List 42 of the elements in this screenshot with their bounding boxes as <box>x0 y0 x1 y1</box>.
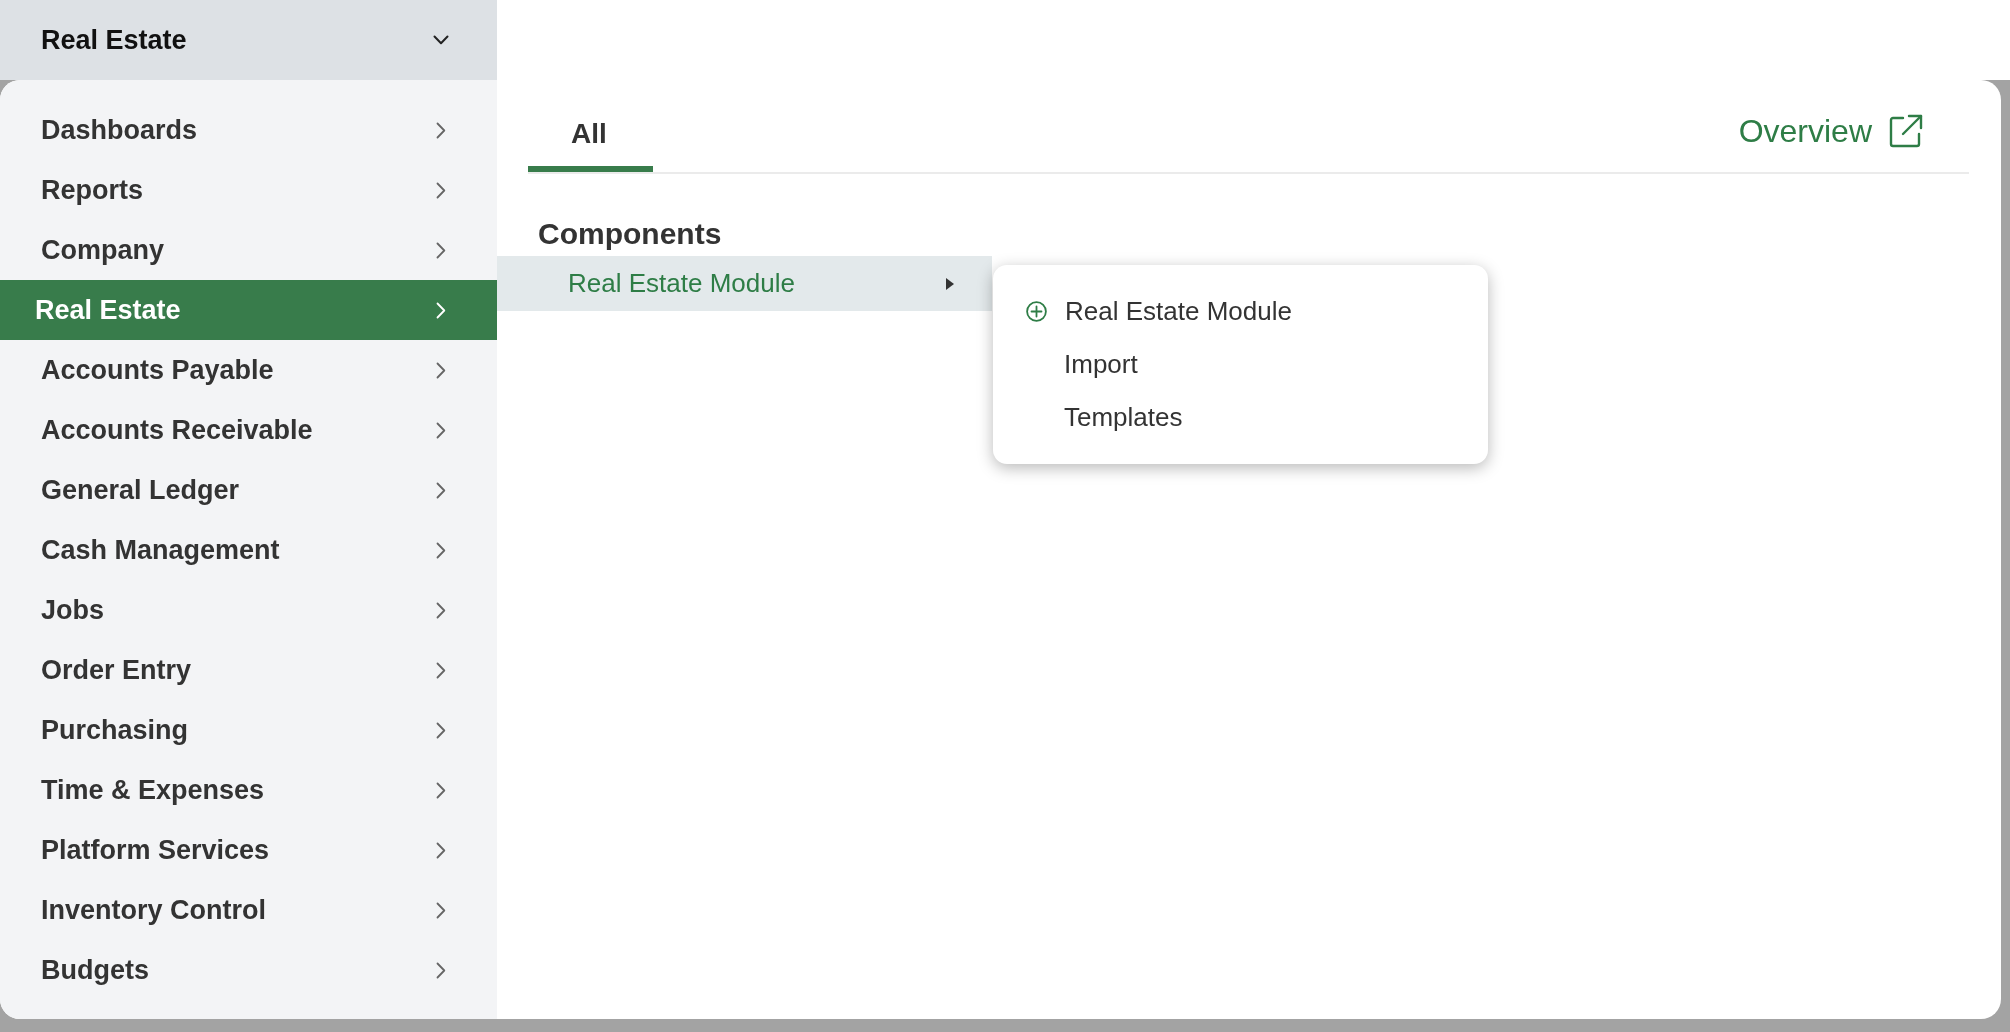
chevron-right-icon <box>436 241 446 259</box>
chevron-right-icon <box>436 721 446 739</box>
module-dropdown[interactable]: Real Estate <box>0 0 497 80</box>
chevron-right-icon <box>436 421 446 439</box>
chevron-right-icon <box>436 841 446 859</box>
chevron-right-icon <box>436 541 446 559</box>
menu-item[interactable]: Import <box>993 338 1488 391</box>
sidebar-item[interactable]: Platform Services <box>0 820 497 880</box>
menu-item[interactable]: Real Estate Module <box>993 285 1488 338</box>
section-heading: Components <box>538 216 723 252</box>
sidebar-item[interactable]: Accounts Payable <box>0 340 497 400</box>
chevron-right-icon <box>436 661 446 679</box>
sidebar-item[interactable]: Purchasing <box>0 700 497 760</box>
chevron-right-icon <box>436 301 446 319</box>
sidebar-item[interactable]: Real Estate <box>0 280 497 340</box>
chevron-right-icon <box>436 361 446 379</box>
sidebar-item[interactable]: Inventory Control <box>0 880 497 940</box>
sidebar-item[interactable]: Reports <box>0 160 497 220</box>
sidebar-item[interactable]: Order Entry <box>0 640 497 700</box>
chevron-right-icon <box>436 601 446 619</box>
sidebar-item[interactable]: Time & Expenses <box>0 760 497 820</box>
sidebar-item[interactable]: Accounts Receivable <box>0 400 497 460</box>
external-link-icon <box>1888 113 1924 149</box>
chevron-down-icon <box>433 35 449 45</box>
sidebar-item[interactable]: Dashboards <box>0 100 497 160</box>
caret-right-icon <box>946 277 954 290</box>
tab[interactable]: All <box>528 80 653 172</box>
overview-link[interactable]: Overview <box>1738 113 1924 149</box>
chevron-right-icon <box>436 781 446 799</box>
sidebar-item[interactable]: General Ledger <box>0 460 497 520</box>
menu-item[interactable]: Templates <box>993 391 1488 444</box>
component-item[interactable]: Real Estate Module <box>497 256 992 311</box>
sidebar-item[interactable]: Cash Management <box>0 520 497 580</box>
chevron-right-icon <box>436 181 446 199</box>
sidebar-item[interactable]: Budgets <box>0 940 497 1000</box>
sidebar-item[interactable]: Jobs <box>0 580 497 640</box>
chevron-right-icon <box>436 901 446 919</box>
chevron-right-icon <box>436 121 446 139</box>
sidebar-item[interactable]: Company <box>0 220 497 280</box>
chevron-right-icon <box>436 481 446 499</box>
chevron-right-icon <box>436 961 446 979</box>
plus-circle-icon <box>1026 301 1047 322</box>
